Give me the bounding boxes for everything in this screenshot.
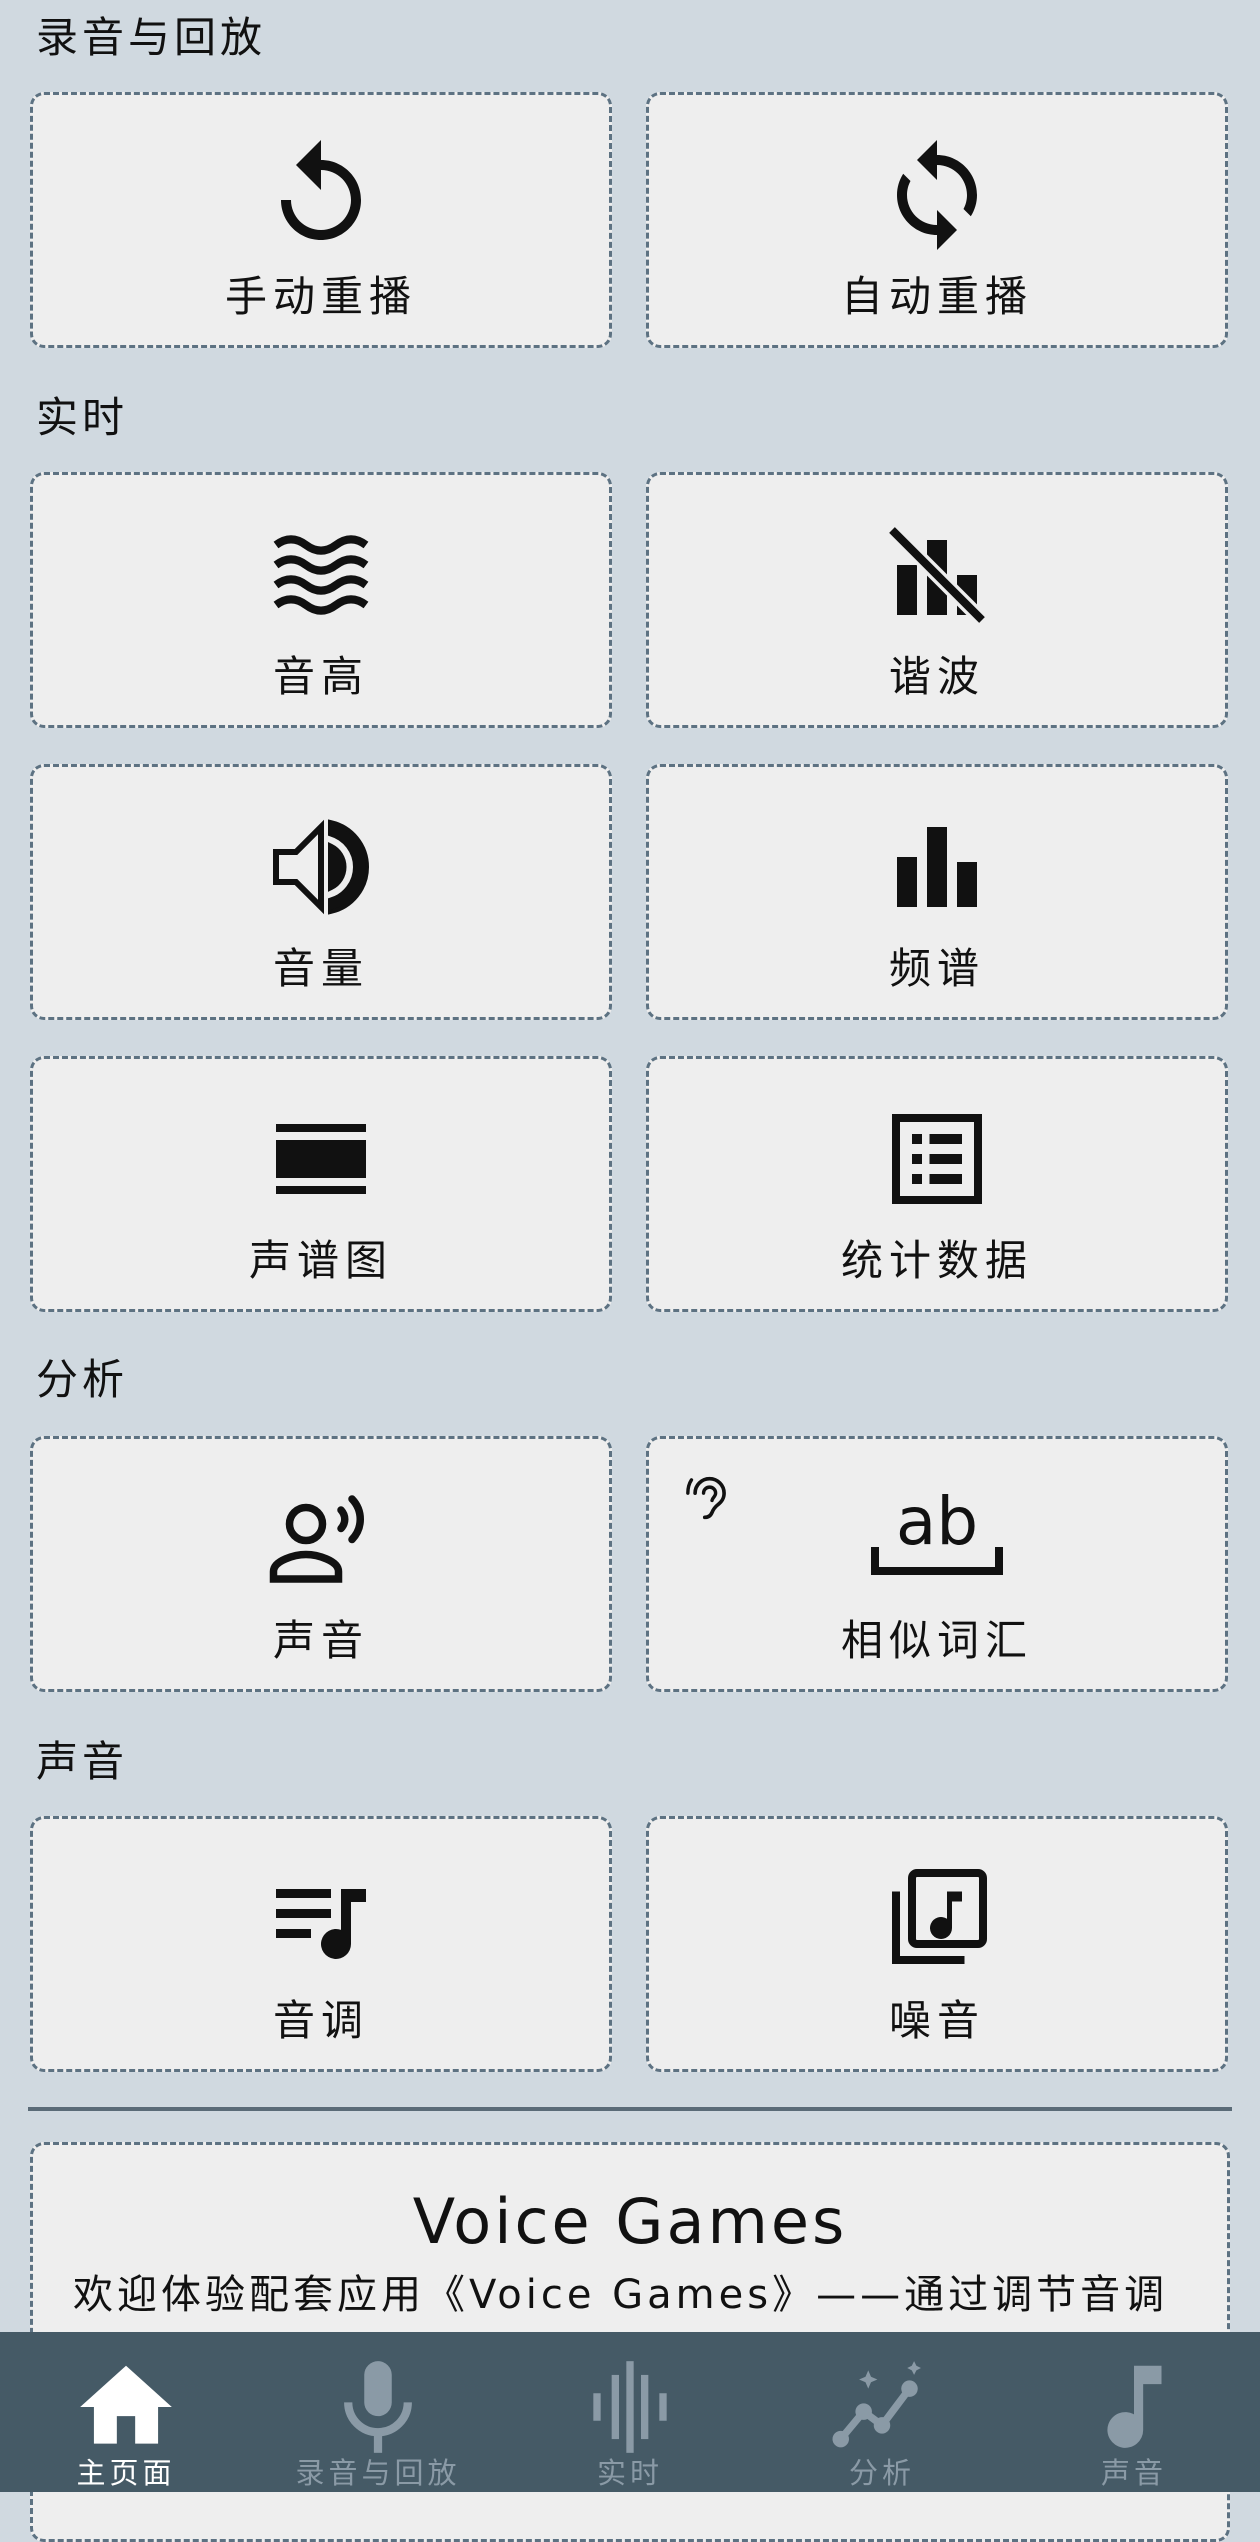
nav-item-recording[interactable]: 录音与回放: [252, 2332, 504, 2492]
nav-label-recording: 录音与回放: [295, 2456, 461, 2490]
voice-label: 声音: [272, 1616, 369, 1665]
voice-card[interactable]: 声音: [30, 1436, 612, 1692]
manual-replay-card[interactable]: 手动重播: [30, 92, 612, 348]
analytics-icon: [827, 2352, 937, 2462]
tone-card[interactable]: 音调: [30, 1816, 612, 2072]
section-title-analysis: 分析: [36, 1355, 129, 1404]
volume-label: 音量: [272, 944, 369, 993]
nav-label-home: 主页面: [76, 2456, 176, 2490]
hearing-icon: [683, 1467, 741, 1529]
mic-icon: [323, 2352, 433, 2462]
harmonics-label: 谐波: [888, 652, 985, 701]
pitch-card[interactable]: 音高: [30, 472, 612, 728]
queue-music-icon: [259, 1859, 383, 1979]
manual-replay-label: 手动重播: [224, 272, 417, 321]
nav-item-realtime[interactable]: 实时: [504, 2332, 756, 2492]
library-music-icon: [875, 1859, 999, 1979]
text-format-icon: ab: [871, 1479, 1003, 1599]
autorenew-icon: [875, 135, 999, 255]
spectrogram-label: 声谱图: [248, 1236, 393, 1285]
volume-icon: [259, 807, 383, 927]
section-title-recording: 录音与回放: [36, 13, 267, 62]
nav-label-realtime: 实时: [596, 2456, 663, 2490]
nav-label-sound: 声音: [1100, 2456, 1167, 2490]
similar-words-label: 相似词汇: [840, 1616, 1033, 1665]
section-title-realtime: 实时: [36, 393, 129, 442]
spectrum-card[interactable]: 频谱: [646, 764, 1228, 1020]
noise-card[interactable]: 噪音: [646, 1816, 1228, 2072]
record-voice-icon: [259, 1479, 383, 1599]
nav-item-sound[interactable]: 声音: [1008, 2332, 1260, 2492]
list-box-icon: [875, 1099, 999, 1219]
nav-label-analysis: 分析: [848, 2456, 915, 2490]
promo-title: Voice Games: [412, 2185, 848, 2258]
bar-chart-icon: [875, 807, 999, 927]
nav-item-analysis[interactable]: 分析: [756, 2332, 1008, 2492]
section-title-sound: 声音: [36, 1737, 129, 1786]
home-icon: [71, 2352, 181, 2462]
auto-replay-label: 自动重播: [840, 272, 1033, 321]
bar-chart-off-icon: [875, 515, 999, 635]
statistics-label: 统计数据: [840, 1236, 1033, 1285]
spectrogram-card[interactable]: 声谱图: [30, 1056, 612, 1312]
view-stream-icon: [259, 1099, 383, 1219]
nav-item-home[interactable]: 主页面: [0, 2332, 252, 2492]
pitch-label: 音高: [272, 652, 369, 701]
replay-icon: [259, 135, 383, 255]
harmonics-card[interactable]: 谐波: [646, 472, 1228, 728]
statistics-card[interactable]: 统计数据: [646, 1056, 1228, 1312]
tone-label: 音调: [272, 1996, 369, 2045]
music-note-icon: [1079, 2352, 1189, 2462]
similar-words-card[interactable]: ab 相似词汇: [646, 1436, 1228, 1692]
bottom-navigation: 主页面 录音与回放 实时 分析 声音: [0, 2332, 1260, 2492]
volume-card[interactable]: 音量: [30, 764, 612, 1020]
waves-icon: [259, 515, 383, 635]
spectrum-label: 频谱: [888, 944, 985, 993]
auto-replay-card[interactable]: 自动重播: [646, 92, 1228, 348]
waveform-icon: [575, 2352, 685, 2462]
divider: [28, 2107, 1232, 2111]
noise-label: 噪音: [888, 1996, 985, 2045]
